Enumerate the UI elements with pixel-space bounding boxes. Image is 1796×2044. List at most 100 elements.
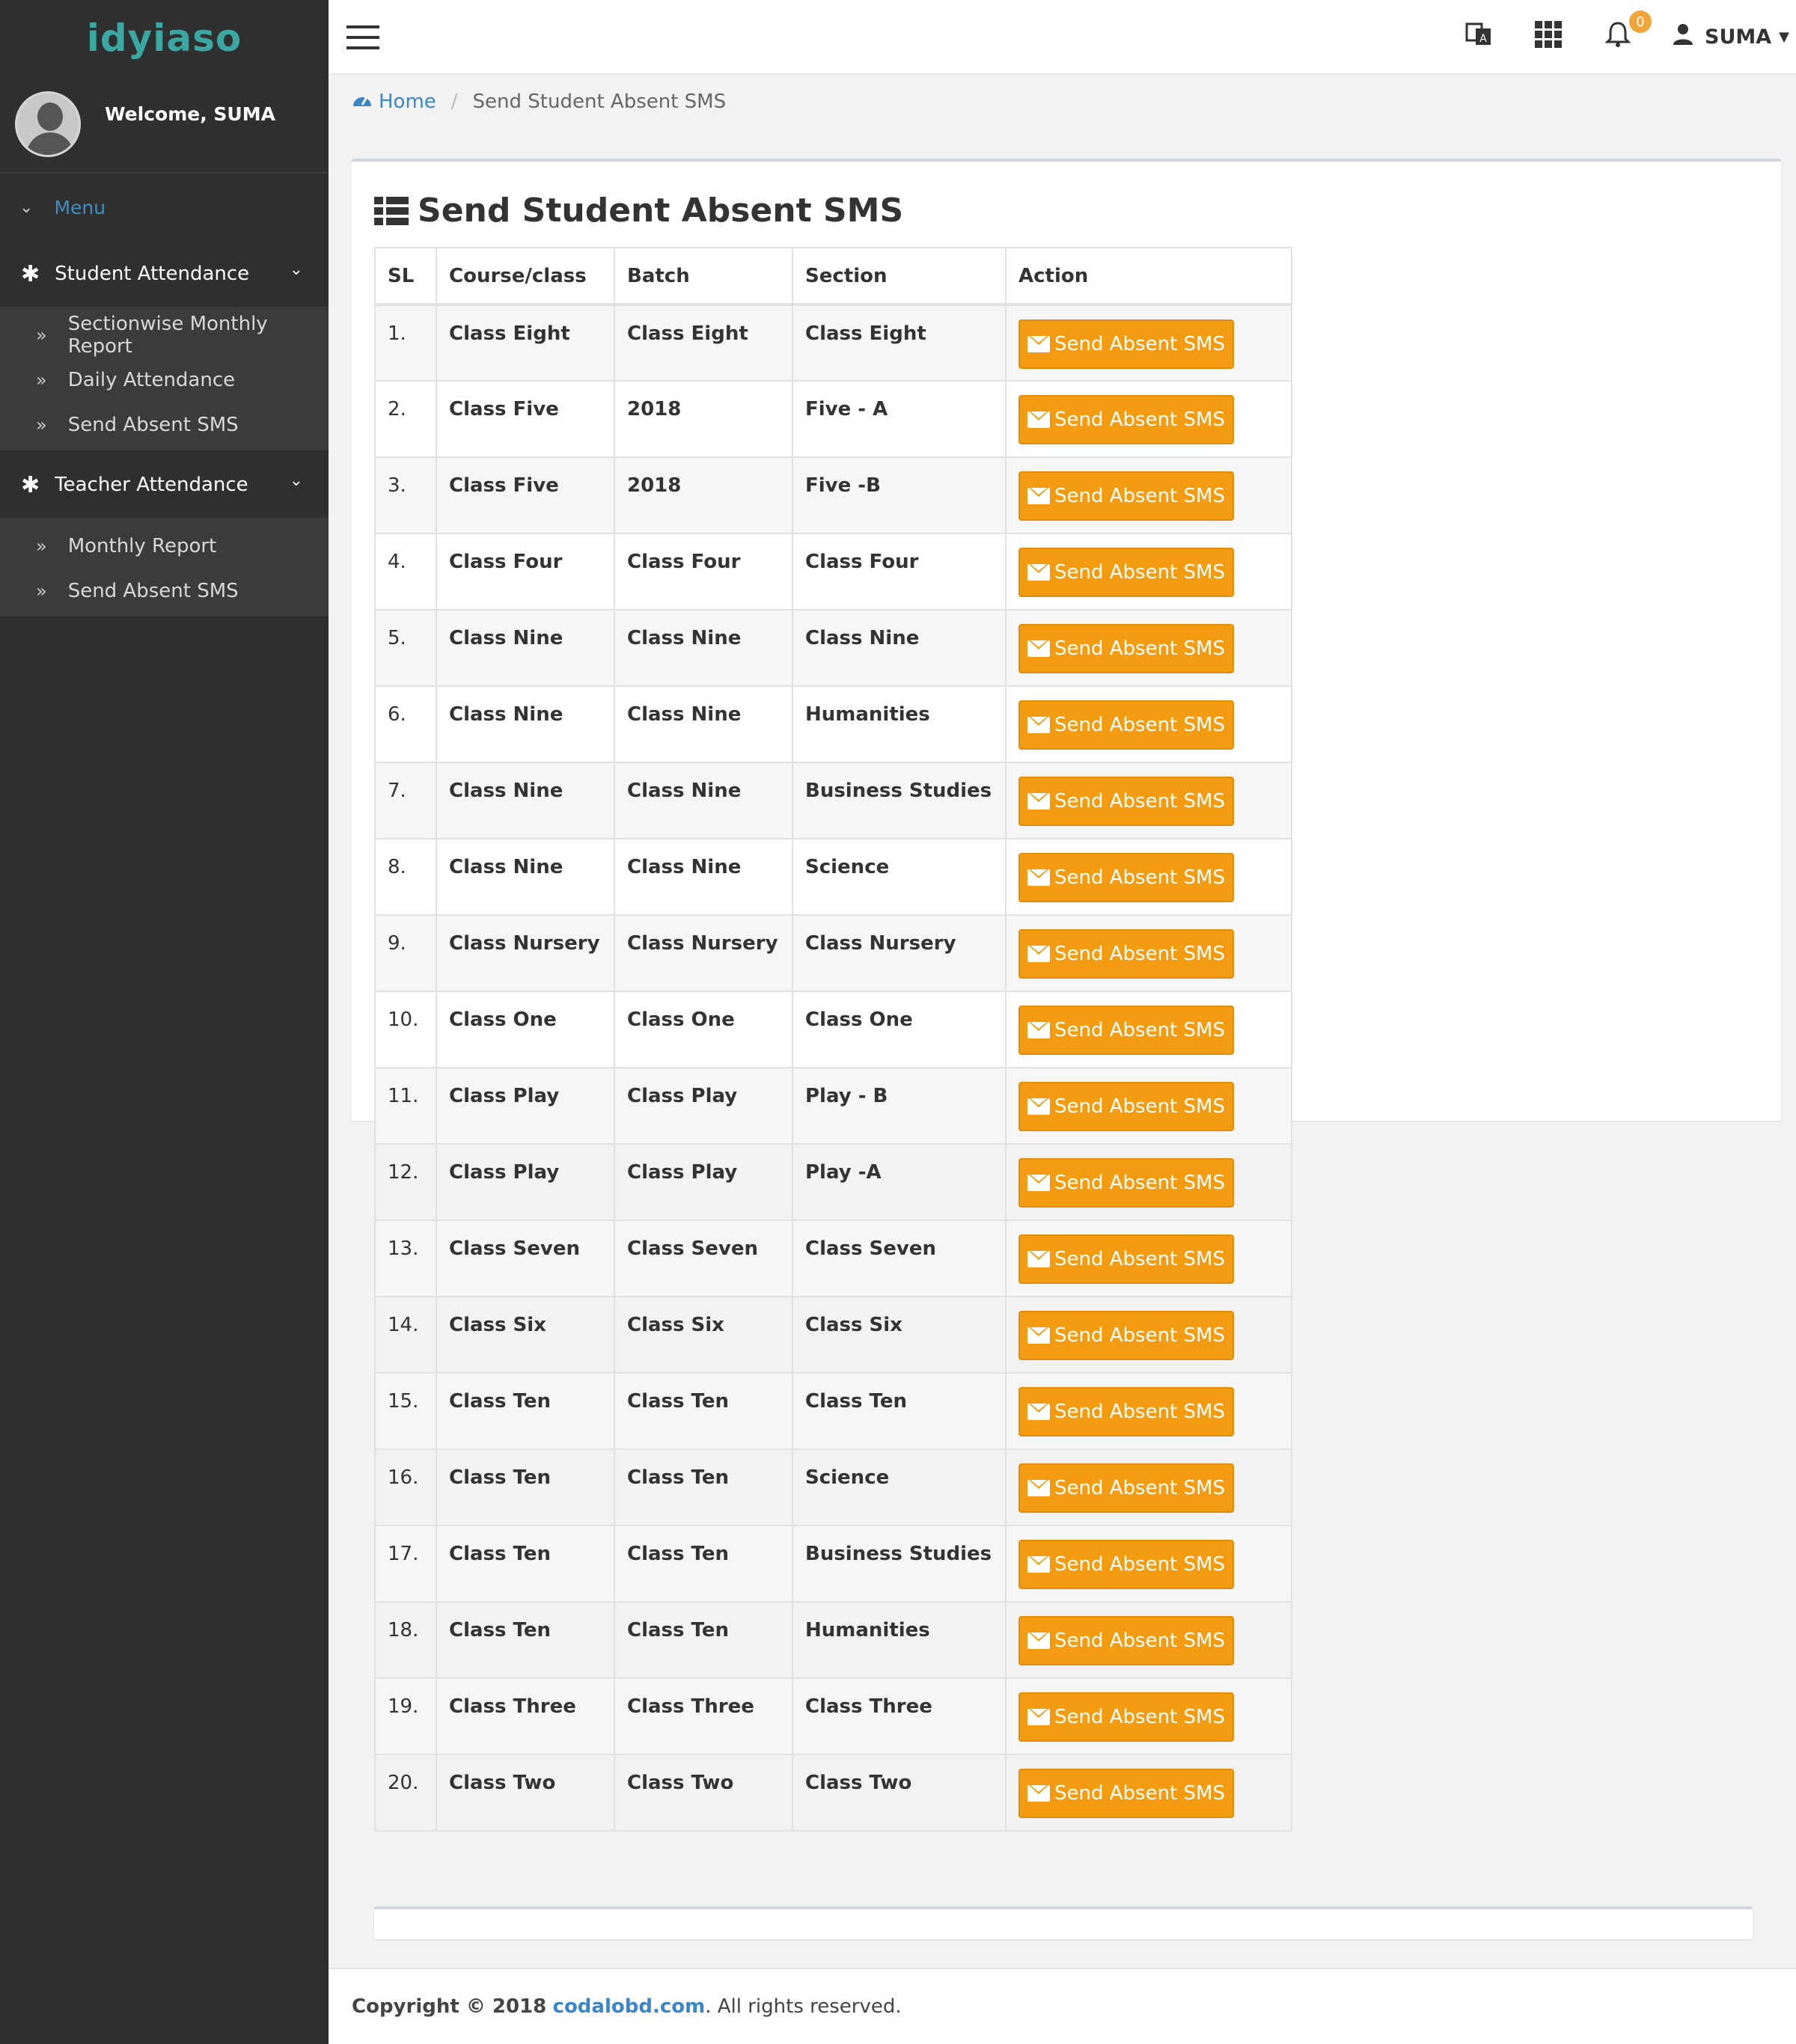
send-absent-sms-button[interactable]: Send Absent SMS bbox=[1018, 319, 1234, 369]
send-absent-sms-button[interactable]: Send Absent SMS bbox=[1018, 929, 1234, 979]
cell-section: Class Seven bbox=[792, 1220, 1007, 1297]
send-absent-sms-button[interactable]: Send Absent SMS bbox=[1018, 1006, 1234, 1055]
cell-batch: Class Four bbox=[614, 533, 793, 611]
cell-section: Class Ten bbox=[792, 1372, 1007, 1450]
brand-logo[interactable]: idyiaso bbox=[0, 0, 329, 76]
top-navbar: A 0 SUMA ▼ bbox=[329, 0, 1796, 75]
table-row: 11. Class Play Class Play Play - B Send Abse… bbox=[374, 1067, 1292, 1145]
envelope-icon bbox=[1027, 411, 1051, 428]
envelope-icon bbox=[1027, 640, 1051, 657]
hamburger-menu-icon[interactable] bbox=[346, 25, 379, 49]
breadcrumb-home-link[interactable]: Home bbox=[352, 91, 436, 113]
cell-course: Class Five bbox=[436, 456, 615, 534]
table-row: 16. Class Ten Class Ten Science Send Absent … bbox=[374, 1448, 1292, 1526]
sidebar-item-label: Daily Attendance bbox=[67, 369, 236, 391]
send-absent-sms-button[interactable]: Send Absent SMS bbox=[1018, 1769, 1234, 1818]
menu-group-toggle-student-attendance[interactable]: ✱ Student Attendance ⌄ bbox=[0, 241, 329, 307]
table-row: 1. Class Eight Class Eight Class Eight Send … bbox=[374, 304, 1292, 382]
user-dropdown[interactable]: SUMA ▼ bbox=[1672, 22, 1789, 51]
sidebar-item-monthly-report[interactable]: » Monthly Report bbox=[0, 524, 329, 569]
send-absent-sms-button[interactable]: Send Absent SMS bbox=[1018, 1692, 1234, 1742]
sidebar-item-sectionwise-monthly-report[interactable]: » Sectionwise Monthly Report bbox=[0, 313, 329, 358]
cell-batch: Class Six bbox=[614, 1296, 793, 1374]
send-absent-sms-button[interactable]: Send Absent SMS bbox=[1018, 1463, 1234, 1513]
send-absent-sms-button[interactable]: Send Absent SMS bbox=[1018, 777, 1234, 826]
cell-sl: 10. bbox=[374, 991, 437, 1068]
double-chevron-right-icon: » bbox=[36, 325, 47, 346]
sidebar-item-teacher-send-absent-sms[interactable]: » Send Absent SMS bbox=[0, 569, 329, 613]
menu-group-toggle-teacher-attendance[interactable]: ✱ Teacher Attendance ⌄ bbox=[0, 452, 329, 518]
table-row: 18. Class Ten Class Ten Humanities Send Abse… bbox=[374, 1601, 1292, 1679]
cell-sl: 8. bbox=[374, 838, 437, 916]
apps-grid-icon[interactable] bbox=[1535, 21, 1562, 55]
table-row: 12. Class Play Class Play Play -A Send Absen… bbox=[374, 1143, 1292, 1221]
send-absent-sms-button[interactable]: Send Absent SMS bbox=[1018, 700, 1234, 750]
envelope-icon bbox=[1027, 1175, 1051, 1191]
cell-sl: 5. bbox=[374, 609, 437, 687]
page-title: Send Student Absent SMS bbox=[374, 192, 903, 230]
bell-icon[interactable] bbox=[1604, 21, 1631, 55]
cell-section: Class Nursery bbox=[792, 914, 1007, 992]
send-absent-sms-button[interactable]: Send Absent SMS bbox=[1018, 624, 1234, 673]
column-header-sl: SL bbox=[374, 247, 437, 306]
send-absent-sms-button[interactable]: Send Absent SMS bbox=[1018, 1082, 1234, 1131]
avatar bbox=[15, 91, 81, 157]
envelope-icon bbox=[1027, 793, 1051, 810]
page-title-text: Send Student Absent SMS bbox=[418, 192, 904, 230]
send-absent-sms-label: Send Absent SMS bbox=[1054, 561, 1225, 584]
envelope-icon bbox=[1027, 1404, 1051, 1420]
user-icon bbox=[1672, 22, 1694, 51]
cell-section: Five - A bbox=[792, 380, 1007, 458]
send-absent-sms-button[interactable]: Send Absent SMS bbox=[1018, 853, 1234, 902]
menu-header[interactable]: ⌄ Menu bbox=[0, 174, 329, 241]
caret-down-icon: ▼ bbox=[1779, 28, 1789, 45]
cell-sl: 7. bbox=[374, 762, 437, 839]
send-absent-sms-button[interactable]: Send Absent SMS bbox=[1018, 548, 1234, 597]
dashboard-icon bbox=[352, 91, 373, 113]
send-absent-sms-label: Send Absent SMS bbox=[1054, 485, 1225, 507]
cell-action: Send Absent SMS bbox=[1005, 1448, 1292, 1526]
cell-course: Class Nine bbox=[436, 609, 615, 687]
cell-action: Send Absent SMS bbox=[1005, 1143, 1292, 1221]
table-row: 19. Class Three Class Three Class Three Send… bbox=[374, 1677, 1292, 1755]
sidebar-item-label: Send Absent SMS bbox=[67, 414, 239, 436]
cell-batch: Class Seven bbox=[614, 1220, 793, 1297]
send-absent-sms-button[interactable]: Send Absent SMS bbox=[1018, 1234, 1234, 1284]
cell-batch: Class Play bbox=[614, 1067, 793, 1145]
footer-link[interactable]: codalobd.com bbox=[553, 1995, 706, 2018]
double-chevron-right-icon: » bbox=[36, 536, 47, 557]
cell-sl: 12. bbox=[374, 1143, 437, 1221]
sidebar-item-student-send-absent-sms[interactable]: » Send Absent SMS bbox=[0, 403, 329, 447]
send-absent-sms-button[interactable]: Send Absent SMS bbox=[1018, 1311, 1234, 1360]
send-absent-sms-button[interactable]: Send Absent SMS bbox=[1018, 1616, 1234, 1665]
user-panel: Welcome, SUMA bbox=[0, 76, 329, 174]
send-absent-sms-button[interactable]: Send Absent SMS bbox=[1018, 1540, 1234, 1589]
send-absent-sms-label: Send Absent SMS bbox=[1054, 714, 1225, 736]
send-absent-sms-button[interactable]: Send Absent SMS bbox=[1018, 1387, 1234, 1436]
footer-copyright: Copyright © 2018 bbox=[352, 1995, 547, 2018]
send-absent-sms-button[interactable]: Send Absent SMS bbox=[1018, 1158, 1234, 1208]
svg-text:A: A bbox=[1479, 33, 1487, 45]
cell-section: Play - B bbox=[792, 1067, 1007, 1145]
sections-table: SL Course/class Batch Section Action 1. C… bbox=[374, 247, 1292, 1832]
cell-sl: 1. bbox=[374, 304, 437, 382]
cell-section: Class One bbox=[792, 991, 1007, 1068]
cell-batch: Class Ten bbox=[614, 1448, 793, 1526]
send-absent-sms-button[interactable]: Send Absent SMS bbox=[1018, 395, 1234, 444]
cell-batch: Class Play bbox=[614, 1143, 793, 1221]
table-row: 14. Class Six Class Six Class Six Send Absen… bbox=[374, 1296, 1292, 1374]
translate-icon[interactable]: A bbox=[1465, 21, 1492, 55]
cell-action: Send Absent SMS bbox=[1005, 685, 1292, 763]
envelope-icon bbox=[1027, 717, 1051, 733]
double-chevron-right-icon: » bbox=[36, 581, 47, 602]
cell-sl: 13. bbox=[374, 1220, 437, 1297]
send-absent-sms-button[interactable]: Send Absent SMS bbox=[1018, 471, 1234, 521]
table-row: 5. Class Nine Class Nine Class Nine Send Abs… bbox=[374, 609, 1292, 687]
chevron-down-icon: ⌄ bbox=[19, 198, 34, 217]
cell-section: Class Six bbox=[792, 1296, 1007, 1374]
cell-course: Class Eight bbox=[436, 304, 615, 382]
sidebar-item-daily-attendance[interactable]: » Daily Attendance bbox=[0, 358, 329, 403]
table-row: 6. Class Nine Class Nine Humanities Send Abs… bbox=[374, 685, 1292, 763]
cell-sl: 19. bbox=[374, 1677, 437, 1755]
send-absent-sms-label: Send Absent SMS bbox=[1054, 1630, 1225, 1652]
